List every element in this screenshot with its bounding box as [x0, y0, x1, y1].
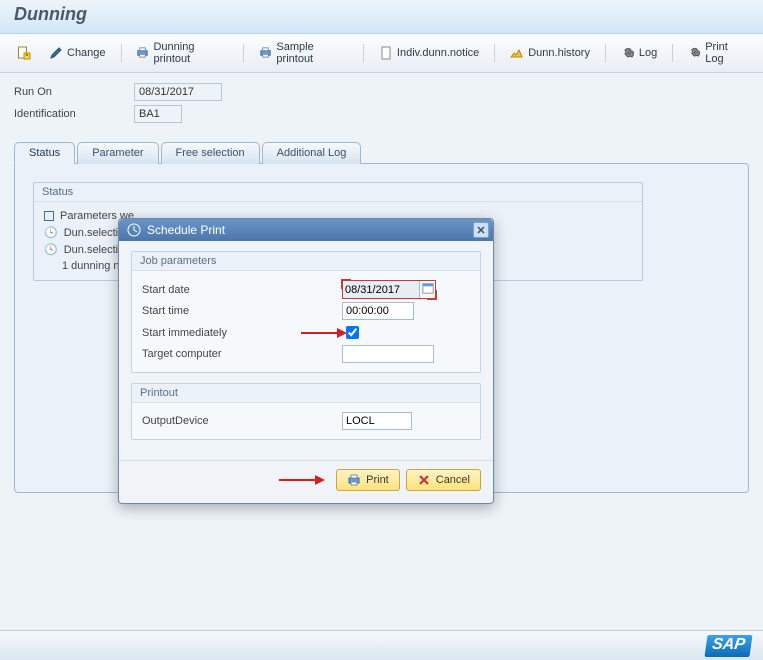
document-icon — [379, 46, 393, 60]
square-icon — [44, 211, 54, 221]
cancel-icon — [417, 473, 431, 487]
clock-icon: 🕓 — [44, 226, 58, 239]
start-date-input[interactable] — [343, 281, 419, 298]
tool-icon — [688, 46, 701, 60]
sample-printout-button[interactable]: Sample printout — [252, 38, 355, 68]
printer-icon — [259, 46, 272, 60]
printer-icon — [136, 46, 149, 60]
print-button[interactable]: Print — [336, 469, 400, 491]
tab-strip: Status Parameter Free selection Addition… — [14, 141, 749, 163]
sap-logo: SAP — [705, 635, 753, 657]
toolbar-separator — [605, 44, 606, 62]
toolbar-separator — [494, 44, 495, 62]
dunning-printout-label: Dunning printout — [153, 41, 228, 65]
execute-icon — [127, 223, 141, 237]
start-immediately-checkbox[interactable] — [346, 326, 359, 339]
toolbar-separator — [243, 44, 244, 62]
status-group-title: Status — [34, 183, 642, 202]
clock-icon: 🕓 — [44, 243, 58, 256]
tab-status[interactable]: Status — [14, 142, 75, 164]
red-arrow-annotation — [277, 473, 325, 487]
job-parameters-title: Job parameters — [132, 252, 480, 271]
history-icon — [510, 46, 524, 60]
run-on-label: Run On — [14, 86, 134, 98]
pencil-icon — [49, 46, 63, 60]
app-toolbar: Change Dunning printout Sample printout … — [0, 34, 763, 73]
log-button[interactable]: Log — [614, 43, 664, 63]
target-computer-label: Target computer — [142, 348, 342, 360]
identification-row: Identification — [14, 105, 749, 123]
status-bar: SAP — [0, 630, 763, 660]
tab-free-selection[interactable]: Free selection — [161, 142, 260, 164]
sample-printout-label: Sample printout — [276, 41, 348, 65]
page-title: Dunning — [14, 4, 749, 25]
toolbar-separator — [363, 44, 364, 62]
dunn-history-label: Dunn.history — [528, 47, 590, 59]
dialog-close-button[interactable]: ✕ — [473, 222, 489, 238]
print-button-label: Print — [366, 474, 389, 486]
red-arrow-annotation — [299, 326, 347, 340]
dialog-button-bar: Print Cancel — [119, 460, 493, 503]
printout-title: Printout — [132, 384, 480, 403]
printer-icon — [347, 473, 361, 487]
start-date-field — [342, 280, 436, 299]
dialog-title-bar: Schedule Print ✕ — [119, 219, 493, 241]
date-picker-button[interactable] — [419, 281, 435, 298]
print-log-label: Print Log — [705, 41, 746, 65]
output-device-label: OutputDevice — [142, 415, 342, 427]
change-button-label: Change — [67, 47, 106, 59]
tab-parameter[interactable]: Parameter — [77, 142, 158, 164]
run-on-input[interactable] — [134, 83, 222, 101]
calendar-icon — [422, 282, 434, 297]
start-date-label: Start date — [142, 284, 342, 296]
tab-additional-log[interactable]: Additional Log — [262, 142, 362, 164]
cancel-button[interactable]: Cancel — [406, 469, 481, 491]
identification-label: Identification — [14, 108, 134, 120]
cancel-button-label: Cancel — [436, 474, 470, 486]
job-parameters-group: Job parameters Start date Start time — [131, 251, 481, 373]
indiv-dunn-notice-label: Indiv.dunn.notice — [397, 47, 479, 59]
tool-icon — [621, 46, 635, 60]
print-log-button[interactable]: Print Log — [681, 38, 753, 68]
schedule-print-dialog: Schedule Print ✕ Job parameters Start da… — [118, 218, 494, 504]
output-device-input[interactable] — [342, 412, 412, 430]
dialog-title: Schedule Print — [147, 223, 225, 237]
document-new-icon — [17, 46, 31, 60]
indiv-dunn-notice-button[interactable]: Indiv.dunn.notice — [372, 43, 486, 63]
run-on-row: Run On — [14, 83, 749, 101]
identification-input[interactable] — [134, 105, 182, 123]
close-icon: ✕ — [476, 224, 485, 237]
dunning-printout-button[interactable]: Dunning printout — [129, 38, 235, 68]
toolbar-separator — [121, 44, 122, 62]
start-time-label: Start time — [142, 305, 342, 317]
log-label: Log — [639, 47, 657, 59]
target-computer-input[interactable] — [342, 345, 434, 363]
dunn-history-button[interactable]: Dunn.history — [503, 43, 597, 63]
title-bar: Dunning — [0, 0, 763, 34]
new-entry-button[interactable] — [10, 43, 38, 63]
change-button[interactable]: Change — [42, 43, 113, 63]
toolbar-separator — [672, 44, 673, 62]
start-time-input[interactable] — [342, 302, 414, 320]
printout-group: Printout OutputDevice — [131, 383, 481, 440]
